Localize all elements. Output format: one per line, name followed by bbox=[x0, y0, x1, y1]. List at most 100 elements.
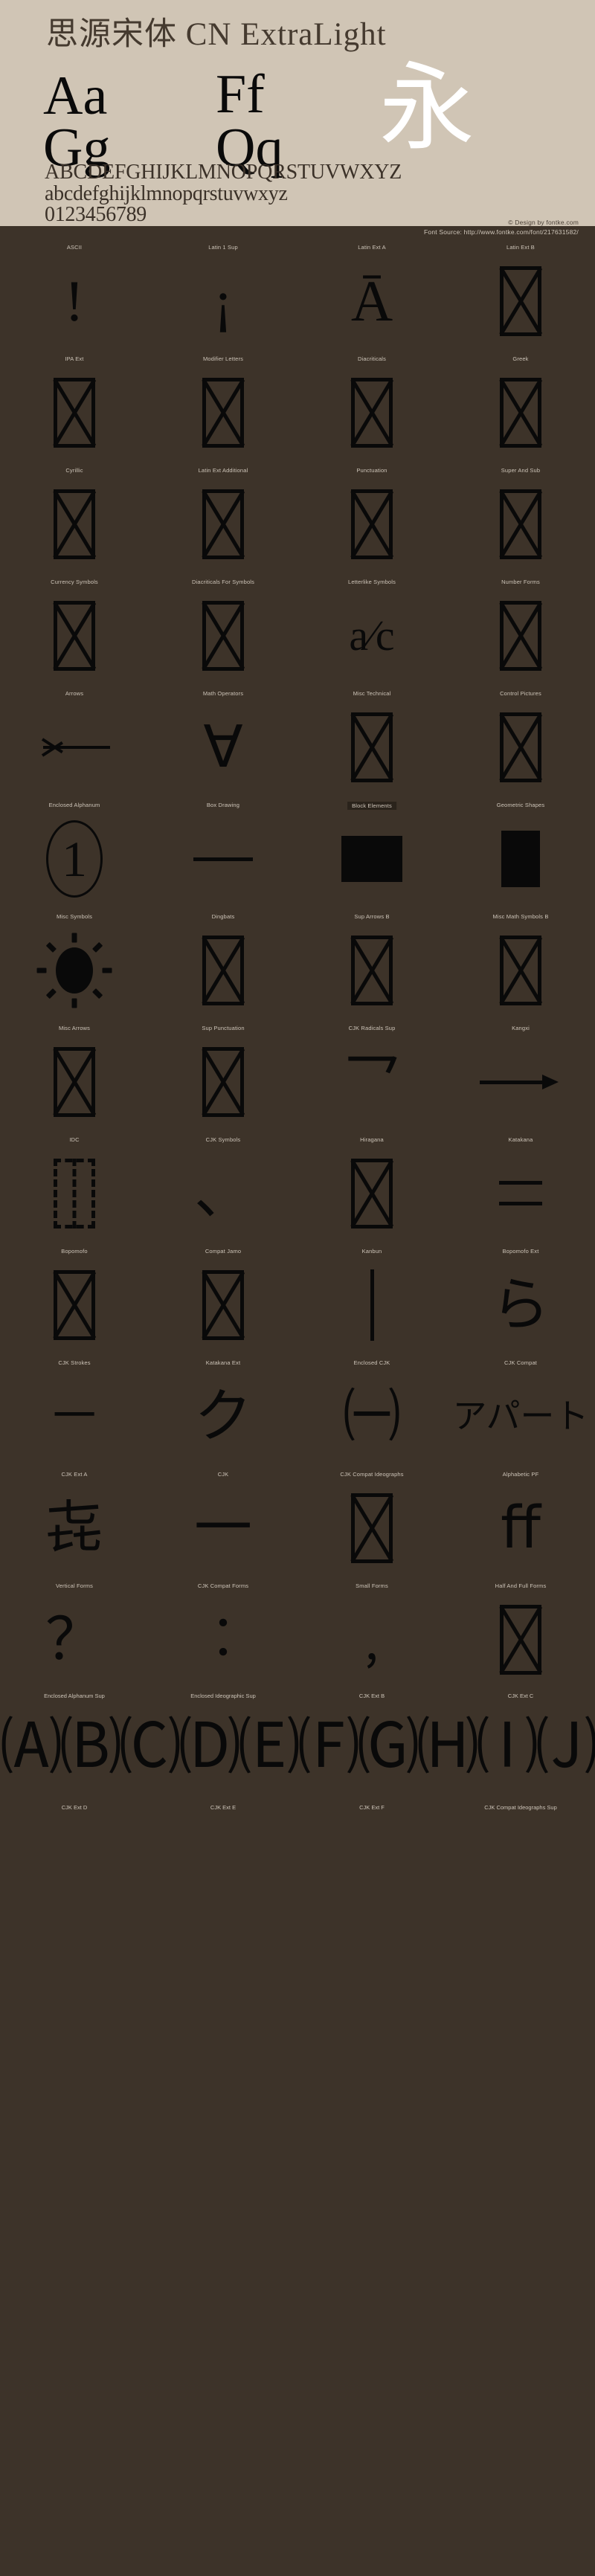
block-label: Katakana Ext bbox=[149, 1359, 298, 1366]
block-cell-diacriticals[interactable]: Diacriticals bbox=[298, 351, 446, 463]
block-cell-block-elements[interactable]: Block Elements bbox=[298, 797, 446, 909]
block-cell-katakana-ext[interactable]: Katakana Ext ク bbox=[149, 1355, 298, 1466]
block-glyph bbox=[446, 1035, 595, 1129]
block-cell-kanbun[interactable]: Kanbun bbox=[298, 1243, 446, 1355]
block-label: CJK Strokes bbox=[0, 1359, 149, 1366]
block-cell-idc[interactable]: IDC bbox=[0, 1132, 149, 1243]
block-label[interactable]: CJK Ext F bbox=[298, 1804, 446, 1811]
block-cell-vertical-forms[interactable]: Vertical Forms ？ bbox=[0, 1578, 149, 1690]
block-cell-misc-technical[interactable]: Misc Technical bbox=[298, 686, 446, 797]
block-label: Kanbun bbox=[298, 1248, 446, 1255]
block-glyph: 一 bbox=[0, 1370, 149, 1464]
wide-row-labels: CJK Ext D CJK Ext E CJK Ext F CJK Compat Id… bbox=[0, 1804, 595, 1815]
notdef-box-icon bbox=[351, 1493, 393, 1563]
block-cell-hiragana[interactable]: Hiragana bbox=[298, 1132, 446, 1243]
block-cell-cjk-compat-forms[interactable]: CJK Compat Forms ︰ bbox=[149, 1578, 298, 1690]
block-glyph: ﬀ bbox=[446, 1481, 595, 1575]
block-label[interactable]: CJK Ext B bbox=[298, 1693, 446, 1699]
block-cell-cjk[interactable]: CJK 一 bbox=[149, 1466, 298, 1578]
block-cell-dingbats[interactable]: Dingbats bbox=[149, 909, 298, 1020]
block-label: Katakana bbox=[446, 1136, 595, 1143]
block-glyph bbox=[149, 1258, 298, 1352]
block-cell-enclosed-alphanum[interactable]: Enclosed Alphanum 1 bbox=[0, 797, 149, 909]
block-label: Super And Sub bbox=[446, 467, 595, 474]
block-glyph bbox=[446, 812, 595, 906]
block-cell-alphabetic-pf[interactable]: Alphabetic PF ﬀ bbox=[446, 1466, 595, 1578]
block-glyph: ㈠ bbox=[298, 1370, 446, 1464]
block-cell-arrows[interactable]: Arrows bbox=[0, 686, 149, 797]
block-cell-katakana[interactable]: Katakana bbox=[446, 1132, 595, 1243]
block-cell-control-pictures[interactable]: Control Pictures bbox=[446, 686, 595, 797]
block-cell-sup-arrows-b[interactable]: Sup Arrows B bbox=[298, 909, 446, 1020]
block-glyph: アパート bbox=[446, 1370, 595, 1464]
block-cell-enclosed-cjk[interactable]: Enclosed CJK ㈠ bbox=[298, 1355, 446, 1466]
notdef-box-icon bbox=[351, 489, 393, 559]
notdef-box-icon bbox=[202, 489, 244, 559]
sun-icon bbox=[33, 930, 115, 1011]
block-cell-bopomofo-ext[interactable]: Bopomofo Ext ら bbox=[446, 1243, 595, 1355]
block-cell-cjk-ext-a[interactable]: CJK Ext A 㐂 bbox=[0, 1466, 149, 1578]
block-label: Cyrillic bbox=[0, 467, 149, 474]
block-cell-math-operators[interactable]: Math Operators ∀ bbox=[149, 686, 298, 797]
notdef-box-icon bbox=[500, 712, 541, 782]
block-row: Currency Symbols Diacriticals For Symbols… bbox=[0, 574, 595, 686]
block-cell-latin-ext-b[interactable]: Latin Ext B bbox=[446, 239, 595, 351]
block-glyph: ⺂ bbox=[298, 1035, 446, 1129]
block-cell-latin-ext-a[interactable]: Latin Ext A Ā bbox=[298, 239, 446, 351]
block-cell-diacriticals-for-symbols[interactable]: Diacriticals For Symbols bbox=[149, 574, 298, 686]
block-label: Currency Symbols bbox=[0, 579, 149, 585]
block-cell-latin-ext-additional[interactable]: Latin Ext Additional bbox=[149, 463, 298, 574]
block-cell-cjk-radicals-sup[interactable]: CJK Radicals Sup ⺂ bbox=[298, 1020, 446, 1132]
block-glyph bbox=[446, 366, 595, 460]
block-cell-misc-math-symbols-b[interactable]: Misc Math Symbols B bbox=[446, 909, 595, 1020]
block-row: Misc Symbols Dingbats Sup Arrows B Misc Mat… bbox=[0, 909, 595, 1020]
block-glyph bbox=[446, 1147, 595, 1240]
block-cell-small-forms[interactable]: Small Forms ﹐ bbox=[298, 1578, 446, 1690]
block-cell-super-and-sub[interactable]: Super And Sub bbox=[446, 463, 595, 574]
block-glyph bbox=[446, 477, 595, 571]
block-cell-ipa-ext[interactable]: IPA Ext bbox=[0, 351, 149, 463]
block-label[interactable]: CJK Ext E bbox=[149, 1804, 298, 1811]
block-row: Misc Arrows Sup Punctuation CJK Radicals S… bbox=[0, 1020, 595, 1132]
block-label: CJK Radicals Sup bbox=[298, 1025, 446, 1031]
block-cell-bopomofo[interactable]: Bopomofo bbox=[0, 1243, 149, 1355]
block-row: IDC CJK Symbols、 Hiragana Katakana bbox=[0, 1132, 595, 1243]
block-label: Enclosed CJK bbox=[298, 1359, 446, 1366]
block-glyph bbox=[149, 812, 298, 906]
block-label[interactable]: CJK Compat Ideographs Sup bbox=[446, 1804, 595, 1811]
block-cell-kangxi[interactable]: Kangxi bbox=[446, 1020, 595, 1132]
block-cell-modifier-letters[interactable]: Modifier Letters bbox=[149, 351, 298, 463]
block-cell-half-and-full-forms[interactable]: Half And Full Forms bbox=[446, 1578, 595, 1690]
block-cell-misc-arrows[interactable]: Misc Arrows bbox=[0, 1020, 149, 1132]
block-cell-cjk-compat[interactable]: CJK Compat アパート bbox=[446, 1355, 595, 1466]
block-cell-letterlike-symbols[interactable]: Letterlike Symbols a⁄c bbox=[298, 574, 446, 686]
block-cell-cjk-compat-ideographs[interactable]: CJK Compat Ideographs bbox=[298, 1466, 446, 1578]
block-label[interactable]: Enclosed Ideographic Sup bbox=[149, 1693, 298, 1699]
font-source-link[interactable]: Font Source: http://www.fontke.com/font/… bbox=[424, 228, 579, 236]
block-label[interactable]: CJK Ext D bbox=[0, 1804, 149, 1811]
block-cell-cjk-strokes[interactable]: CJK Strokes 一 bbox=[0, 1355, 149, 1466]
block-glyph bbox=[0, 1147, 149, 1240]
block-cell-number-forms[interactable]: Number Forms bbox=[446, 574, 595, 686]
block-cell-geometric-shapes[interactable]: Geometric Shapes bbox=[446, 797, 595, 909]
block-label[interactable]: CJK Ext C bbox=[446, 1693, 595, 1699]
block-label: Latin Ext B bbox=[446, 244, 595, 251]
block-cell-compat-jamo[interactable]: Compat Jamo bbox=[149, 1243, 298, 1355]
block-cell-currency-symbols[interactable]: Currency Symbols bbox=[0, 574, 149, 686]
block-label: CJK Ext A bbox=[0, 1471, 149, 1478]
block-cell-greek[interactable]: Greek bbox=[446, 351, 595, 463]
block-cell-cjk-symbols[interactable]: CJK Symbols 、 bbox=[149, 1132, 298, 1243]
block-label: Misc Symbols bbox=[0, 913, 149, 920]
block-cell-box-drawing[interactable]: Box Drawing bbox=[149, 797, 298, 909]
block-cell-ascii[interactable]: ASCII! bbox=[0, 239, 149, 351]
block-cell-misc-symbols[interactable]: Misc Symbols bbox=[0, 909, 149, 1020]
block-label[interactable]: Enclosed Alphanum Sup bbox=[0, 1693, 149, 1699]
notdef-box-icon bbox=[54, 601, 95, 671]
block-label: CJK Compat Ideographs bbox=[298, 1471, 446, 1478]
block-cell-cyrillic[interactable]: Cyrillic bbox=[0, 463, 149, 574]
notdef-box-icon bbox=[202, 378, 244, 448]
block-cell-latin-1-sup[interactable]: Latin 1 Sup ¡ bbox=[149, 239, 298, 351]
block-glyph bbox=[298, 924, 446, 1017]
block-cell-sup-punctuation[interactable]: Sup Punctuation bbox=[149, 1020, 298, 1132]
block-cell-punctuation[interactable]: Punctuation bbox=[298, 463, 446, 574]
